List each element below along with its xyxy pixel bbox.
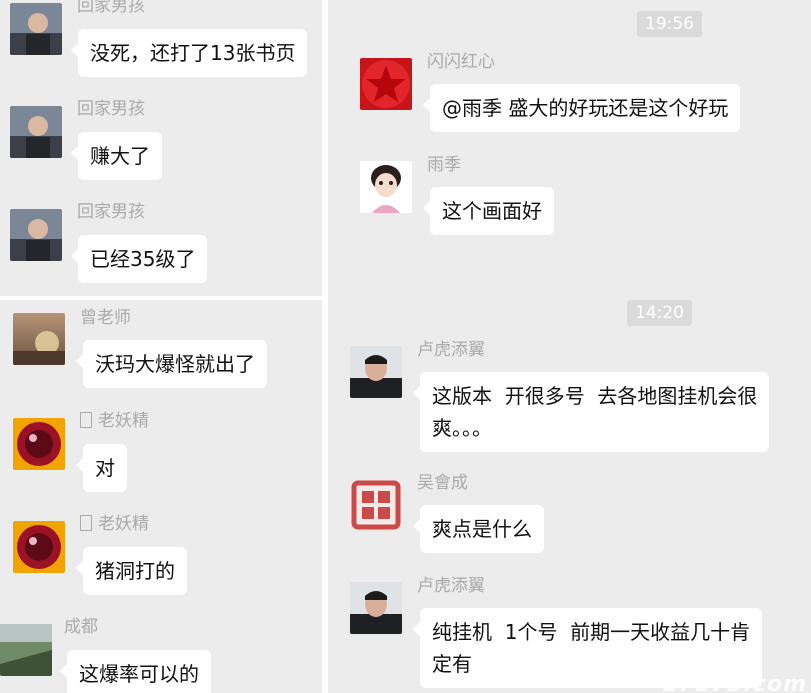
avatar[interactable] (350, 346, 402, 398)
avatar[interactable] (10, 106, 62, 158)
red-seal-icon[interactable] (350, 479, 402, 531)
message-bubble[interactable]: 已经35级了 (70, 235, 208, 283)
message-bubble[interactable]: 沃玛大爆怪就出了 (76, 340, 267, 388)
message-bubble[interactable]: 赚大了 (71, 132, 162, 180)
sender-name-text: 老妖精 (98, 514, 149, 534)
sender-name: 曾老师 (80, 308, 131, 328)
avatar[interactable] (360, 161, 412, 213)
unknown-glyph-icon (80, 412, 92, 428)
sender-name: 卢虎添翼 (417, 576, 485, 596)
avatar[interactable] (13, 521, 65, 573)
avatar[interactable] (350, 582, 402, 634)
sender-name: 雨季 (427, 155, 461, 175)
sender-name: 成都 (64, 617, 98, 637)
message-bubble[interactable]: 这版本 开很多号 去各地图挂机会很 爽。。。 (412, 372, 770, 452)
sender-name: 老妖精 (80, 514, 149, 534)
watermark: 17173.com (662, 672, 807, 693)
avatar[interactable] (13, 313, 65, 365)
message-bubble[interactable]: 这个画面好 (423, 187, 554, 235)
sender-name: 卢虎添翼 (417, 340, 485, 360)
avatar[interactable] (13, 418, 65, 470)
message-bubble[interactable]: 这爆率可以的 (60, 650, 211, 693)
timestamp: 19:56 (637, 11, 702, 37)
sender-name: 吴會成 (417, 473, 468, 493)
message-bubble[interactable]: 没死，还打了13张书页 (70, 29, 308, 77)
avatar[interactable] (10, 209, 62, 261)
sender-name: 老妖精 (80, 411, 149, 431)
avatar[interactable] (10, 3, 62, 55)
left-chat-bottom-panel: 曾老师 沃玛大爆怪就出了 老妖精 对 老妖精 猪洞打的 成都 这爆率可以的 (0, 300, 322, 693)
right-chat-panel: 19:56 闪闪红心 @雨季 盛大的好玩还是这个好玩 雨季 这个画面好 14:2… (328, 0, 811, 693)
timestamp: 14:20 (627, 300, 692, 326)
message-bubble[interactable]: 爽点是什么 (413, 505, 544, 553)
sender-name: 回家男孩 (77, 202, 145, 222)
message-bubble[interactable]: @雨季 盛大的好玩还是这个好玩 (422, 84, 741, 132)
unknown-glyph-icon (80, 515, 92, 531)
sender-name: 回家男孩 (77, 99, 145, 119)
sender-name: 闪闪红心 (427, 52, 495, 72)
left-chat-top-panel: 回家男孩 没死，还打了13张书页 回家男孩 赚大了 回家男孩 已经35级了 (0, 0, 322, 296)
message-bubble[interactable]: 对 (76, 444, 127, 492)
red-star-icon[interactable] (360, 58, 412, 110)
avatar[interactable] (0, 624, 52, 676)
sender-name-text: 老妖精 (98, 411, 149, 431)
sender-name: 回家男孩 (77, 0, 145, 16)
message-bubble[interactable]: 猪洞打的 (76, 547, 187, 595)
